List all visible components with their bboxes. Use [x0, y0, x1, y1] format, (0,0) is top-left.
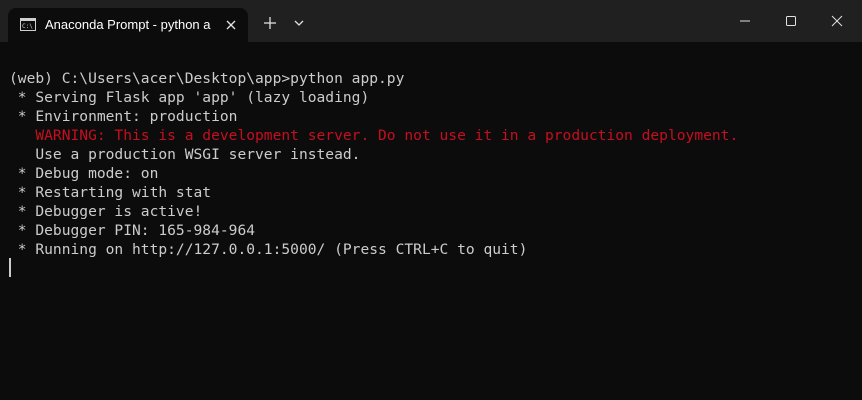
svg-text:C:\: C:\ — [22, 23, 33, 29]
title-bar: C:\ Anaconda Prompt - python a — [0, 0, 862, 42]
terminal-line: * Debugger is active! — [9, 203, 203, 220]
close-icon — [831, 15, 843, 27]
close-button[interactable] — [814, 0, 860, 42]
terminal-line: * Debugger PIN: 165-984-964 — [9, 222, 256, 239]
close-icon[interactable] — [222, 16, 240, 34]
minimize-button[interactable] — [722, 0, 768, 42]
terminal-line: * Restarting with stat — [9, 184, 212, 201]
terminal-line: (web) C:\Users\acer\Desktop\app>python a… — [9, 70, 405, 87]
terminal-icon: C:\ — [20, 18, 36, 31]
chevron-down-icon[interactable] — [290, 14, 308, 32]
minimize-icon — [740, 20, 750, 22]
terminal-line: Use a production WSGI server instead. — [9, 146, 361, 163]
text-cursor — [9, 258, 11, 277]
tab-anaconda-prompt[interactable]: C:\ Anaconda Prompt - python a — [8, 8, 248, 42]
terminal-output[interactable]: (web) C:\Users\acer\Desktop\app>python a… — [0, 42, 862, 400]
warning-line: WARNING: This is a development server. D… — [9, 127, 739, 144]
terminal-line: * Environment: production — [9, 108, 238, 125]
maximize-button[interactable] — [768, 0, 814, 42]
terminal-window: C:\ Anaconda Prompt - python a (web) C:\… — [0, 0, 862, 400]
plus-icon[interactable] — [259, 12, 281, 34]
terminal-line: * Running on http://127.0.0.1:5000/ (Pre… — [9, 241, 528, 258]
maximize-icon — [786, 16, 796, 26]
tab-title: Anaconda Prompt - python a — [45, 17, 211, 32]
terminal-line: * Serving Flask app 'app' (lazy loading) — [9, 89, 370, 106]
terminal-line: * Debug mode: on — [9, 165, 159, 182]
